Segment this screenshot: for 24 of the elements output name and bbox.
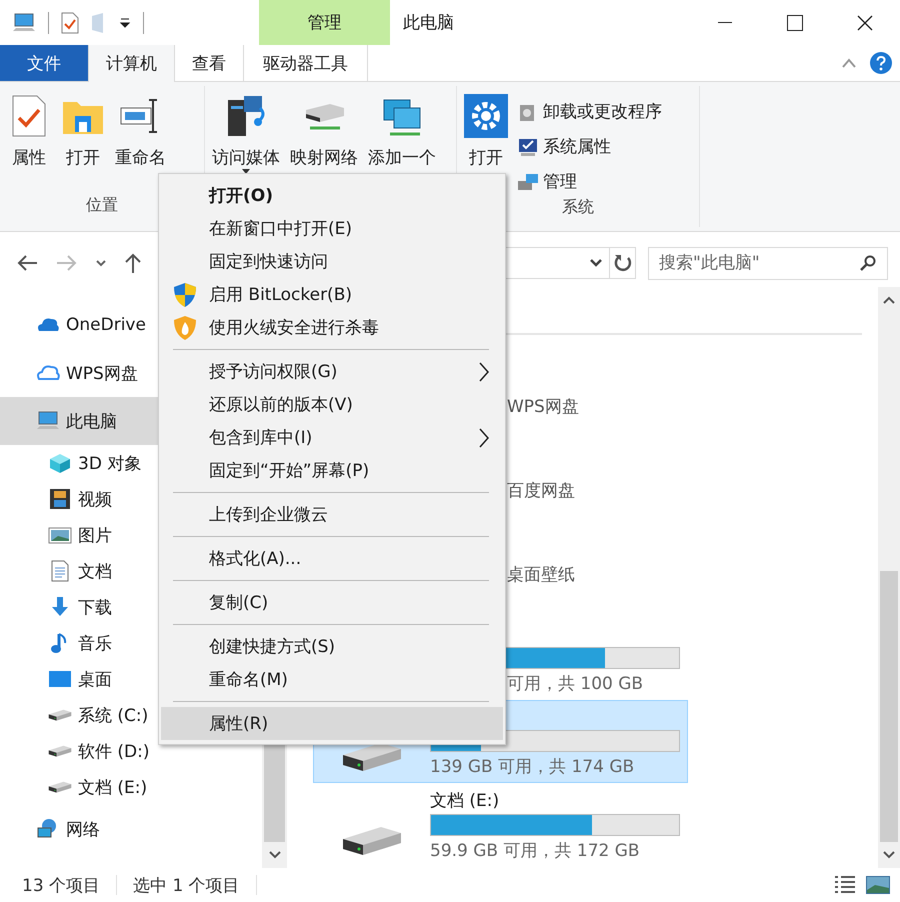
item-count: 13 个项目 bbox=[22, 874, 100, 896]
sidebar-label: 文档 (E:) bbox=[78, 776, 148, 798]
sidebar-label: 3D 对象 bbox=[78, 452, 142, 474]
sidebar-label: 桌面 bbox=[78, 668, 112, 690]
sidebar-label: 网络 bbox=[66, 818, 100, 840]
drive-space: 139 GB 可用，共 174 GB bbox=[430, 756, 636, 778]
window-title: 此电脑 bbox=[403, 12, 455, 34]
sidebar-label: 图片 bbox=[78, 524, 112, 546]
sidebar-label: 音乐 bbox=[78, 632, 112, 654]
sidebar-label: WPS网盘 bbox=[66, 362, 138, 384]
sidebar-label: OneDrive bbox=[66, 315, 146, 335]
drive-space: 可用，共 100 GB bbox=[506, 672, 644, 694]
sidebar-label: 下载 bbox=[78, 596, 112, 618]
selection-count: 选中 1 个项目 bbox=[133, 874, 240, 896]
sidebar-label: 系统 (C:) bbox=[78, 704, 148, 726]
drive-name: 文档 (E:) bbox=[430, 790, 500, 810]
contextual-tab-header: 管理 bbox=[259, 0, 390, 45]
group-label: 位置 bbox=[85, 195, 119, 216]
sidebar-label: 软件 (D:) bbox=[78, 740, 150, 762]
sidebar-label: 此电脑 bbox=[66, 410, 117, 432]
drive-space: 59.9 GB 可用，共 172 GB bbox=[430, 840, 641, 862]
sidebar-label: 视频 bbox=[78, 488, 112, 510]
sidebar-label: 文档 bbox=[78, 560, 112, 582]
group-label: 系统 bbox=[561, 197, 595, 218]
